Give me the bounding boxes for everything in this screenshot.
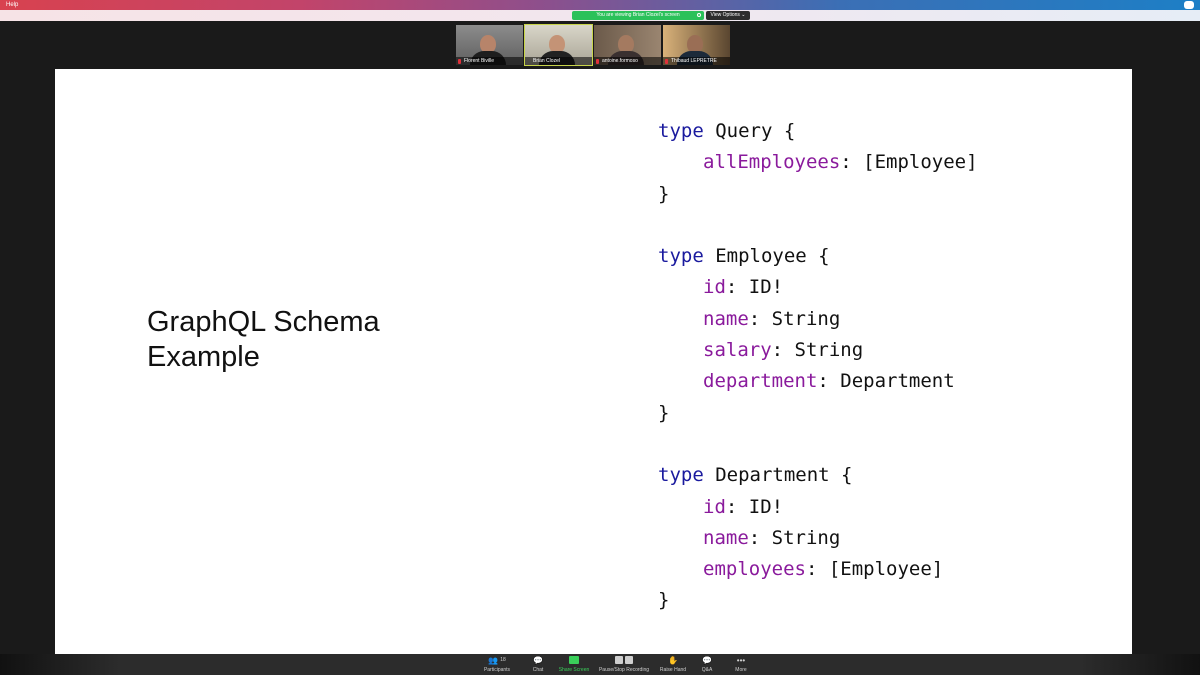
slide-title: GraphQL Schema Example — [147, 305, 380, 375]
code-line: type Department { — [658, 460, 978, 491]
muted-mic-icon — [596, 59, 599, 64]
participant-name: Brian Clozel — [525, 57, 592, 65]
code-field: department — [703, 370, 818, 393]
participant-video[interactable]: Thibaud LEPRETRE — [663, 25, 730, 65]
top-menu-bar: Help — [0, 0, 1200, 10]
pause-stop-icon — [597, 656, 651, 665]
code-field-type: : [Employee] — [840, 151, 978, 174]
code-line: } — [658, 585, 978, 616]
code-line: } — [658, 179, 978, 210]
qa-label: Q&A — [701, 667, 713, 673]
code-field-type: : Department — [817, 370, 955, 393]
muted-mic-icon — [665, 59, 668, 64]
code-field: employees — [703, 558, 806, 581]
raise-hand-label: Raise Hand — [659, 667, 687, 673]
slide-title-line: Example — [147, 341, 260, 373]
raise-hand-button[interactable]: ✋ Raise Hand — [659, 656, 687, 673]
participant-name: antoine.formoso — [594, 57, 661, 65]
code-line: id: ID! — [658, 272, 978, 303]
participants-label: Participants — [483, 667, 511, 673]
viewing-screen-text: You are viewing Brian Clozel's screen — [596, 12, 680, 18]
pause-stop-recording-button[interactable]: Pause/Stop Recording — [597, 656, 651, 673]
code-brace: } — [658, 589, 670, 612]
participants-icon: 👥 18 — [488, 656, 506, 665]
meeting-toolbar: 👥 18 Participants 💬 Chat Share Screen Pau… — [0, 654, 1200, 675]
recording-label: Pause/Stop Recording — [598, 667, 650, 673]
code-line: department: Department — [658, 366, 978, 397]
code-line: name: String — [658, 523, 978, 554]
share-screen-button[interactable]: Share Screen — [557, 656, 591, 673]
muted-mic-icon — [458, 59, 461, 64]
participant-video-active-speaker[interactable]: Brian Clozel — [524, 24, 593, 66]
window-control-icon[interactable] — [1184, 1, 1194, 9]
code-brace: } — [658, 401, 670, 424]
qa-button[interactable]: 💬 Q&A — [698, 656, 716, 673]
code-line: allEmployees: [Employee] — [658, 147, 978, 178]
participant-video[interactable]: antoine.formoso — [594, 25, 661, 65]
code-line: type Employee { — [658, 241, 978, 272]
code-field: name — [703, 526, 749, 549]
share-screen-label: Share Screen — [558, 667, 590, 673]
code-field-type: : String — [748, 526, 841, 549]
code-field-type: : String — [748, 307, 841, 330]
code-keyword: type — [658, 120, 704, 142]
more-label: More — [735, 667, 747, 673]
code-type-name: Query { — [703, 120, 796, 142]
code-line: name: String — [658, 304, 978, 335]
code-brace: } — [658, 182, 670, 205]
code-field-type: : ID! — [725, 495, 784, 518]
viewing-screen-banner: You are viewing Brian Clozel's screen — [572, 11, 704, 20]
raise-hand-icon: ✋ — [668, 656, 678, 665]
slide-title-line: GraphQL Schema — [147, 306, 380, 338]
code-line: id: ID! — [658, 492, 978, 523]
code-field: id — [703, 495, 726, 518]
participant-strip: Florent Biville Brian Clozel antoine.for… — [456, 24, 730, 66]
chat-label: Chat — [532, 667, 544, 673]
participants-button[interactable]: 👥 18 Participants — [480, 656, 514, 673]
view-options-button[interactable]: View Options ⌄ — [706, 11, 750, 20]
code-field: allEmployees — [703, 151, 841, 174]
code-line: type Query { — [658, 116, 978, 147]
code-line: salary: String — [658, 335, 978, 366]
graphql-code-block: type Query {allEmployees: [Employee]} ty… — [658, 116, 978, 617]
code-type-name: Department { — [703, 464, 853, 487]
more-button[interactable]: ••• More — [732, 656, 750, 673]
code-keyword: type — [658, 464, 704, 487]
code-field: id — [703, 276, 726, 299]
code-keyword: type — [658, 245, 704, 268]
code-line: employees: [Employee] — [658, 554, 978, 585]
chat-button[interactable]: 💬 Chat — [528, 656, 548, 673]
status-dot-icon — [697, 13, 701, 17]
help-menu[interactable]: Help — [6, 0, 18, 10]
participant-name: Thibaud LEPRETRE — [663, 57, 730, 65]
shared-screen-slide: GraphQL Schema Example type Query {allEm… — [55, 69, 1132, 654]
code-line: } — [658, 398, 978, 429]
code-field-type: : ID! — [725, 276, 784, 299]
code-field-type: : [Employee] — [805, 558, 944, 581]
share-screen-icon — [557, 656, 591, 665]
qa-icon: 💬 — [702, 656, 712, 665]
participant-video[interactable]: Florent Biville — [456, 25, 523, 65]
participant-name: Florent Biville — [456, 57, 523, 65]
code-field: name — [703, 307, 749, 330]
code-field: salary — [703, 339, 772, 362]
chat-icon: 💬 — [533, 656, 543, 665]
more-icon: ••• — [736, 656, 746, 665]
code-field-type: : String — [771, 339, 864, 362]
code-type-name: Employee { — [703, 245, 830, 268]
